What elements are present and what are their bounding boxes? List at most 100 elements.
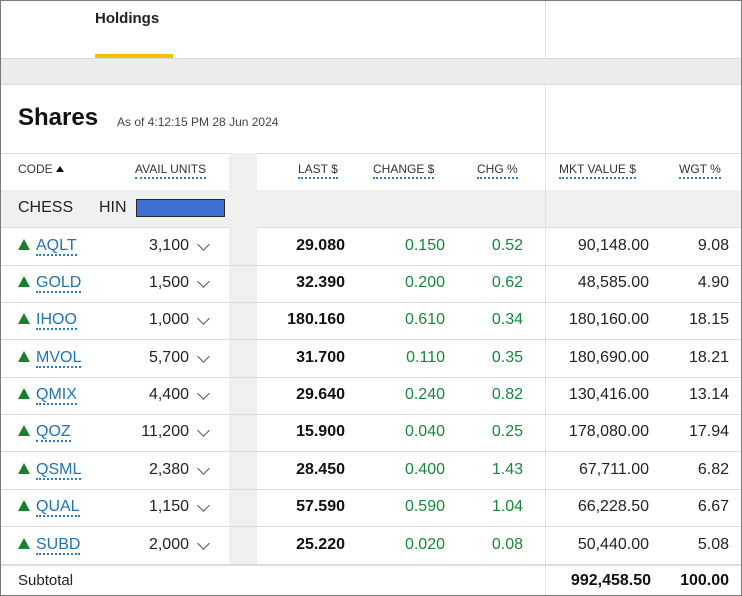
- code-cell: QSML: [18, 461, 82, 480]
- code-cell: SUBD: [18, 536, 81, 555]
- code-link[interactable]: GOLD: [36, 274, 82, 293]
- weight-value: 6.82: [697, 461, 729, 478]
- avail-units-value: 2,000: [148, 536, 189, 553]
- last-price: 180.160: [287, 311, 345, 328]
- holdings-panel: Holdings Shares As of 4:12:15 PM 28 Jun …: [0, 0, 742, 596]
- column-header-avail-units[interactable]: AVAIL UNITS: [135, 162, 207, 179]
- triangle-up-icon: [18, 388, 30, 399]
- code-cell: QMIX: [18, 386, 77, 405]
- code-link[interactable]: QSML: [36, 461, 82, 480]
- hin-label: HIN: [99, 199, 127, 216]
- chevron-down-icon[interactable]: [197, 424, 210, 437]
- change-value: 0.400: [404, 461, 445, 478]
- subtotal-mkt-value: 992,458.50: [570, 572, 651, 589]
- code-cell: QOZ: [18, 423, 71, 442]
- triangle-up-icon: [18, 538, 30, 549]
- weight-value: 18.15: [688, 311, 729, 328]
- spacer-strip: [1, 59, 741, 85]
- mkt-value: 90,148.00: [577, 237, 649, 254]
- weight-value: 5.08: [697, 536, 729, 553]
- column-header-code[interactable]: CODE: [18, 162, 64, 176]
- chg-pct-value: 0.08: [491, 536, 523, 553]
- chess-row-right: [257, 190, 741, 227]
- avail-units-value: 1,000: [148, 311, 189, 328]
- weight-value: 13.14: [688, 386, 729, 403]
- last-price: 57.590: [296, 498, 345, 515]
- change-value: 0.610: [404, 311, 445, 328]
- weight-value: 17.94: [688, 423, 729, 440]
- chess-hin-row: CHESS HIN: [1, 190, 741, 228]
- last-price: 31.700: [296, 349, 345, 366]
- code-link[interactable]: QUAL: [36, 498, 80, 517]
- tab-holdings[interactable]: Holdings: [95, 10, 159, 27]
- triangle-up-icon: [18, 463, 30, 474]
- chg-pct-value: 0.52: [491, 237, 523, 254]
- chevron-down-icon[interactable]: [197, 238, 210, 251]
- chg-pct-value: 1.43: [491, 461, 523, 478]
- chg-pct-value: 0.35: [491, 349, 523, 366]
- code-cell: AQLT: [18, 237, 77, 256]
- change-value: 0.110: [406, 349, 445, 366]
- mkt-value: 48,585.00: [577, 274, 649, 291]
- triangle-up-icon: [18, 313, 30, 324]
- tab-bar: Holdings: [1, 1, 741, 59]
- avail-units-value: 1,500: [148, 274, 189, 291]
- weight-value: 6.67: [697, 498, 729, 515]
- hin-redacted-box: [136, 199, 225, 217]
- last-price: 28.450: [296, 461, 345, 478]
- avail-units-value: 2,380: [148, 461, 189, 478]
- chevron-down-icon[interactable]: [197, 462, 210, 475]
- change-value: 0.200: [404, 274, 445, 291]
- table-row: AQLT 3,100 29.080 0.150 0.52 90,148.00 9…: [1, 228, 741, 266]
- code-cell: QUAL: [18, 498, 80, 517]
- table-row: IHOO 1,000 180.160 0.610 0.34 180,160.00…: [1, 302, 741, 340]
- weight-value: 4.90: [697, 274, 729, 291]
- last-price: 29.640: [296, 386, 345, 403]
- sort-ascending-icon: [55, 166, 64, 172]
- divider: [545, 1, 546, 58]
- chg-pct-value: 0.25: [491, 423, 523, 440]
- chevron-down-icon[interactable]: [197, 537, 210, 550]
- change-value: 0.240: [404, 386, 445, 403]
- chg-pct-value: 0.82: [491, 386, 523, 403]
- code-link[interactable]: QOZ: [36, 423, 71, 442]
- chevron-down-icon[interactable]: [197, 350, 210, 363]
- triangle-up-icon: [18, 425, 30, 436]
- table-row: MVOL 5,700 31.700 0.110 0.35 180,690.00 …: [1, 340, 741, 378]
- chevron-down-icon[interactable]: [197, 275, 210, 288]
- mkt-value: 67,711.00: [579, 461, 649, 478]
- triangle-up-icon: [18, 239, 30, 250]
- chevron-down-icon[interactable]: [197, 387, 210, 400]
- subtotal-label: Subtotal: [18, 572, 74, 589]
- code-link[interactable]: MVOL: [36, 349, 82, 368]
- section-header: [1, 85, 741, 153]
- mkt-value: 50,440.00: [577, 536, 649, 553]
- divider: [545, 85, 546, 153]
- column-header-last[interactable]: LAST $: [298, 162, 338, 179]
- column-header-chg-pct[interactable]: CHG %: [477, 162, 518, 179]
- code-link[interactable]: IHOO: [36, 311, 77, 330]
- code-cell: GOLD: [18, 274, 82, 293]
- mkt-value: 66,228.50: [577, 498, 649, 515]
- triangle-up-icon: [18, 351, 30, 362]
- last-price: 15.900: [296, 423, 345, 440]
- code-cell: IHOO: [18, 311, 77, 330]
- table-row: QSML 2,380 28.450 0.400 1.43 67,711.00 6…: [1, 452, 741, 490]
- triangle-up-icon: [18, 500, 30, 511]
- code-link[interactable]: AQLT: [36, 237, 77, 256]
- active-tab-indicator: [95, 54, 173, 58]
- avail-units-value: 4,400: [148, 386, 189, 403]
- column-header-wgt[interactable]: WGT %: [679, 162, 721, 179]
- chg-pct-value: 0.62: [491, 274, 523, 291]
- code-link[interactable]: SUBD: [36, 536, 81, 555]
- chevron-down-icon[interactable]: [197, 499, 210, 512]
- avail-units-value: 1,150: [148, 498, 189, 515]
- avail-units-value: 3,100: [148, 237, 189, 254]
- change-value: 0.040: [404, 423, 445, 440]
- column-header-mkt-value[interactable]: MKT VALUE $: [559, 162, 636, 179]
- column-header-change[interactable]: CHANGE $: [373, 162, 435, 179]
- chevron-down-icon[interactable]: [197, 312, 210, 325]
- code-link[interactable]: QMIX: [36, 386, 77, 405]
- chess-label: CHESS: [18, 199, 74, 216]
- triangle-up-icon: [18, 276, 30, 287]
